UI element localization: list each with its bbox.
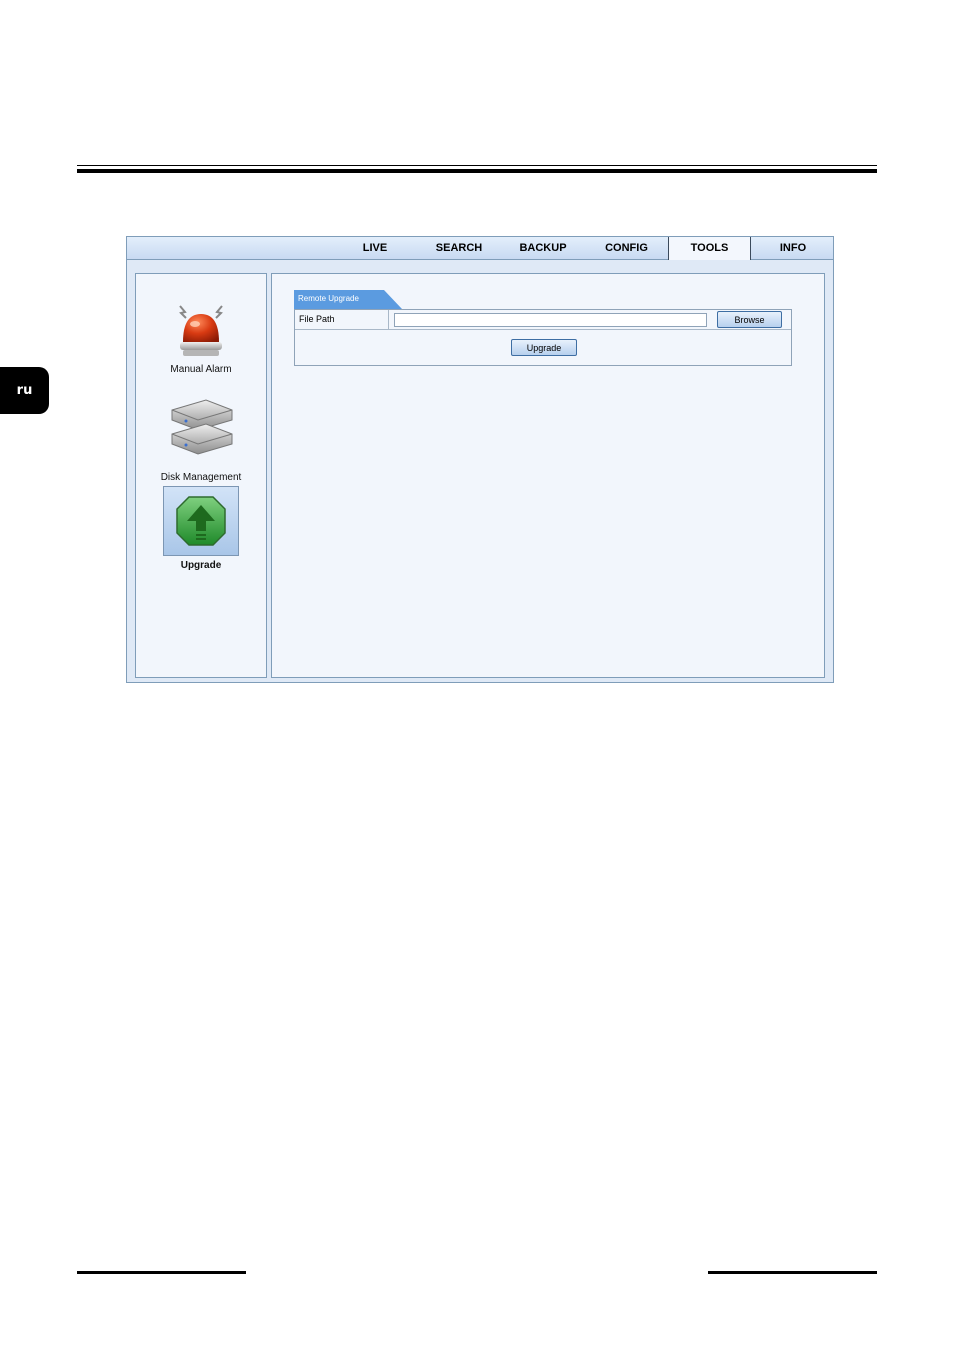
upgrade-arrow-icon bbox=[176, 496, 226, 546]
upgrade-button[interactable]: Upgrade bbox=[511, 339, 577, 356]
footer-rule-right bbox=[708, 1271, 877, 1274]
file-path-row: File Path Browse bbox=[295, 310, 791, 330]
app-window: LIVE SEARCH BACKUP CONFIG TOOLS INFO Man… bbox=[126, 236, 834, 683]
sidebar-item-label: Disk Management bbox=[160, 472, 242, 483]
header-rule-thin bbox=[77, 165, 877, 166]
selected-item-highlight bbox=[163, 486, 239, 556]
section-title: Remote Upgrade bbox=[298, 294, 359, 303]
sidebar-item-upgrade[interactable]: Upgrade bbox=[136, 486, 266, 571]
sidebar-item-label: Upgrade bbox=[180, 560, 222, 571]
sidebar-item-disk-management[interactable]: Disk Management bbox=[136, 398, 266, 483]
hard-disk-icon bbox=[171, 399, 233, 455]
file-path-label: File Path bbox=[295, 310, 389, 329]
tab-info[interactable]: INFO bbox=[751, 237, 835, 259]
browse-button[interactable]: Browse bbox=[717, 311, 782, 328]
language-tab: ru bbox=[0, 367, 49, 414]
section-tab-remote-upgrade: Remote Upgrade bbox=[294, 290, 404, 309]
file-path-input[interactable] bbox=[394, 313, 707, 327]
tab-tools[interactable]: TOOLS bbox=[668, 237, 751, 260]
main-content: Remote Upgrade File Path Browse Upgrade bbox=[271, 273, 825, 678]
tools-sidebar: Manual Alarm Disk Management Upgrade bbox=[135, 273, 267, 678]
header-rule-thick bbox=[77, 169, 877, 173]
remote-upgrade-panel: File Path Browse Upgrade bbox=[294, 309, 792, 366]
sidebar-item-label: Manual Alarm bbox=[170, 364, 232, 375]
tab-search[interactable]: SEARCH bbox=[417, 237, 501, 259]
footer-rule-left bbox=[77, 1271, 246, 1274]
tab-config[interactable]: CONFIG bbox=[585, 237, 668, 259]
tab-backup[interactable]: BACKUP bbox=[501, 237, 585, 259]
alarm-siren-icon bbox=[179, 305, 223, 356]
tab-live[interactable]: LIVE bbox=[333, 237, 417, 259]
top-nav: LIVE SEARCH BACKUP CONFIG TOOLS INFO bbox=[127, 237, 833, 260]
sidebar-item-manual-alarm[interactable]: Manual Alarm bbox=[136, 302, 266, 375]
